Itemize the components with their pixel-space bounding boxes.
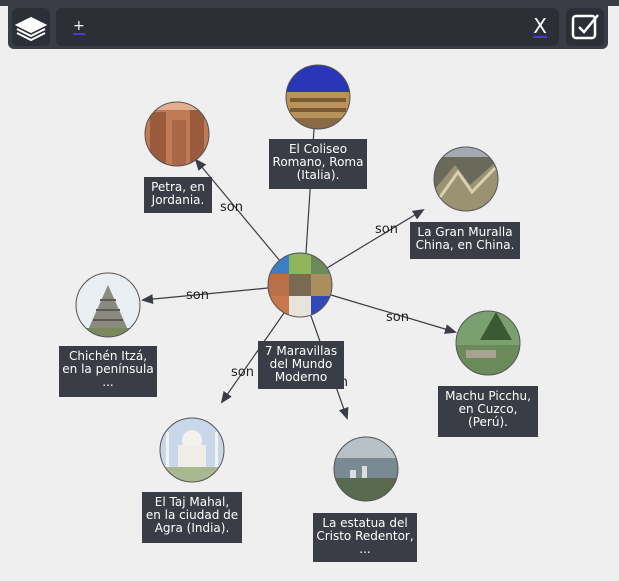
edge-label-petra: son	[220, 200, 243, 215]
node-coliseo-label[interactable]: El Coliseo Romano, Roma (Italia).	[269, 139, 367, 189]
node-taj-label[interactable]: El Taj Mahal, en la ciudad de Agra (Indi…	[142, 492, 242, 543]
node-muralla-label[interactable]: La Gran Muralla China, en China.	[410, 222, 520, 259]
edge-muralla	[326, 208, 425, 269]
edge-label-muralla: son	[375, 222, 398, 237]
node-petra-label[interactable]: Petra, en Jordania.	[144, 177, 212, 213]
mind-map: son son son son son son	[75, 64, 521, 502]
edge-label-machu: son	[386, 310, 409, 325]
center-node-label[interactable]: 7 Maravillas del Mundo Moderno	[258, 341, 344, 389]
node-chichen-label[interactable]: Chichén Itzá, en la península ...	[59, 346, 157, 397]
node-machu-label[interactable]: Machu Picchu, en Cuzco, (Perú).	[438, 386, 538, 437]
node-cristo-label[interactable]: La estatua del Cristo Redentor, ...	[313, 513, 417, 562]
edge-label-chichen: son	[186, 288, 209, 303]
edge-label-taj: son	[231, 365, 254, 380]
